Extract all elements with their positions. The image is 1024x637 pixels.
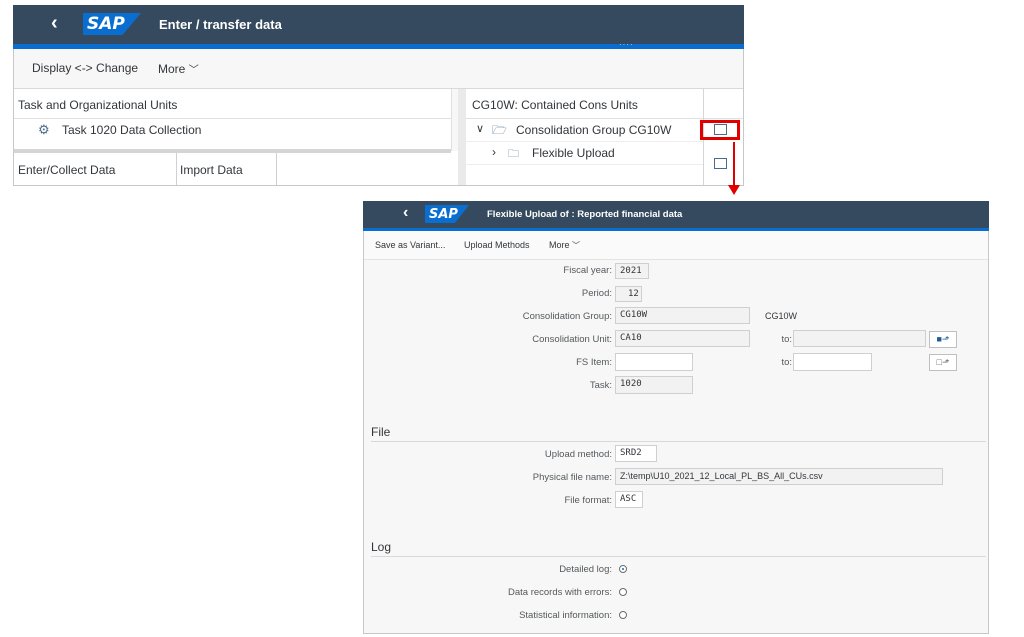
multiple-selection-button[interactable]: □⬏ bbox=[929, 354, 957, 371]
tab-enter-collect[interactable]: Enter/Collect Data bbox=[18, 163, 115, 177]
upload-toolbar: Save as Variant... Upload Methods More ﹀ bbox=[364, 231, 988, 260]
right-panel-header: CG10W: Contained Cons Units bbox=[472, 98, 638, 112]
sap-logo: SAP bbox=[425, 205, 469, 223]
task-label: Task: bbox=[589, 380, 612, 391]
chevron-down-icon: ﹀ bbox=[188, 65, 199, 76]
file-format-label: File format: bbox=[564, 495, 612, 506]
cons-group-field[interactable]: CG10W bbox=[615, 307, 750, 324]
period-label: Period: bbox=[581, 288, 612, 299]
chevron-down-icon: ﹀ bbox=[572, 241, 581, 250]
pointer-arrow-head bbox=[728, 185, 740, 195]
detailed-log-radio[interactable] bbox=[619, 565, 627, 573]
top-toolbar: Display <-> Change More ﹀ bbox=[14, 49, 743, 89]
tab-import-data[interactable]: Import Data bbox=[180, 163, 243, 177]
execute-action-icon[interactable] bbox=[714, 124, 727, 135]
file-format-field[interactable]: ASC bbox=[615, 491, 643, 508]
period-field[interactable]: 12 bbox=[615, 286, 642, 302]
detailed-log-label: Detailed log: bbox=[559, 564, 612, 575]
more-button[interactable]: More ﹀ bbox=[158, 61, 199, 76]
gear-icon: ⚙ bbox=[38, 122, 50, 137]
execute-action-icon[interactable] bbox=[714, 158, 727, 169]
page-title: Enter / transfer data bbox=[159, 17, 282, 32]
cons-unit-field[interactable]: CA10 bbox=[615, 330, 750, 347]
folder-icon: 🗀 bbox=[508, 148, 519, 160]
upload-tree-item[interactable]: › 🗀 Flexible Upload bbox=[492, 145, 692, 163]
more-label: More bbox=[549, 240, 570, 250]
physical-file-label: Physical file name: bbox=[532, 472, 612, 483]
fs-item-field[interactable] bbox=[615, 353, 693, 371]
task-item-label: Task 1020 Data Collection bbox=[62, 123, 202, 137]
back-icon[interactable]: ‹ bbox=[51, 12, 58, 35]
error-records-radio[interactable] bbox=[619, 588, 627, 596]
cons-unit-label: Consolidation Unit: bbox=[532, 334, 612, 345]
display-change-button[interactable]: Display <-> Change bbox=[32, 61, 138, 75]
statistical-info-label: Statistical information: bbox=[519, 610, 612, 621]
pointer-arrow-line bbox=[733, 142, 735, 185]
right-panel: CG10W: Contained Cons Units ∨ 🗁 Consolid… bbox=[466, 89, 743, 185]
upload-shell-bar: ‹ SAP Flexible Upload of : Reported fina… bbox=[363, 201, 989, 228]
left-panel-header: Task and Organizational Units bbox=[18, 98, 178, 112]
folder-open-icon: 🗁 bbox=[492, 123, 507, 137]
fiscal-year-field[interactable]: 2021 bbox=[615, 263, 649, 279]
upload-item-label: Flexible Upload bbox=[532, 146, 615, 160]
more-dots-icon[interactable]: ···· bbox=[619, 40, 634, 49]
cons-group-text: CG10W bbox=[765, 311, 798, 321]
chevron-right-icon[interactable]: › bbox=[492, 145, 496, 159]
task-field[interactable]: 1020 bbox=[615, 376, 693, 394]
fs-item-label: FS Item: bbox=[576, 357, 612, 368]
sap-logo: SAP bbox=[83, 13, 141, 35]
cons-unit-to-label: to: bbox=[781, 334, 792, 345]
more-label: More bbox=[158, 62, 186, 76]
panel-divider bbox=[14, 149, 451, 153]
physical-file-field[interactable]: Z:\temp\U10_2021_12_Local_PL_BS_All_CUs.… bbox=[615, 468, 943, 485]
file-section-title: File bbox=[371, 425, 391, 439]
splitter[interactable] bbox=[458, 89, 466, 185]
log-section-title: Log bbox=[371, 540, 392, 554]
cons-group-label: Consolidation Group: bbox=[522, 311, 612, 322]
group-tree-item[interactable]: ∨ 🗁 Consolidation Group CG10W bbox=[476, 122, 696, 140]
fiscal-year-label: Fiscal year: bbox=[563, 265, 612, 276]
multiple-selection-button[interactable]: ■⬏ bbox=[929, 331, 957, 348]
upload-methods-button[interactable]: Upload Methods bbox=[464, 240, 530, 250]
upload-method-label: Upload method: bbox=[544, 449, 612, 460]
multi-select-icon: □⬏ bbox=[936, 357, 950, 367]
cons-unit-to-field[interactable] bbox=[793, 330, 926, 347]
error-records-label: Data records with errors: bbox=[507, 587, 612, 598]
chevron-down-icon[interactable]: ∨ bbox=[476, 122, 484, 135]
top-shell-bar: ‹ SAP Enter / transfer data bbox=[13, 5, 744, 44]
fs-item-to-label: to: bbox=[781, 357, 792, 368]
upload-method-field[interactable]: SRD2 bbox=[615, 445, 657, 462]
upload-page-title: Flexible Upload of : Reported financial … bbox=[487, 209, 683, 220]
statistical-info-radio[interactable] bbox=[619, 611, 627, 619]
divider bbox=[371, 441, 986, 442]
fs-item-to-field[interactable] bbox=[793, 353, 872, 371]
back-icon[interactable]: ‹ bbox=[403, 204, 408, 222]
multi-select-icon: ■⬏ bbox=[936, 334, 950, 344]
divider bbox=[371, 556, 986, 557]
save-as-variant-button[interactable]: Save as Variant... bbox=[375, 240, 445, 250]
more-button[interactable]: More ﹀ bbox=[549, 240, 580, 251]
left-panel: Task and Organizational Units ⚙ Task 102… bbox=[14, 89, 466, 185]
group-item-label: Consolidation Group CG10W bbox=[516, 123, 672, 137]
